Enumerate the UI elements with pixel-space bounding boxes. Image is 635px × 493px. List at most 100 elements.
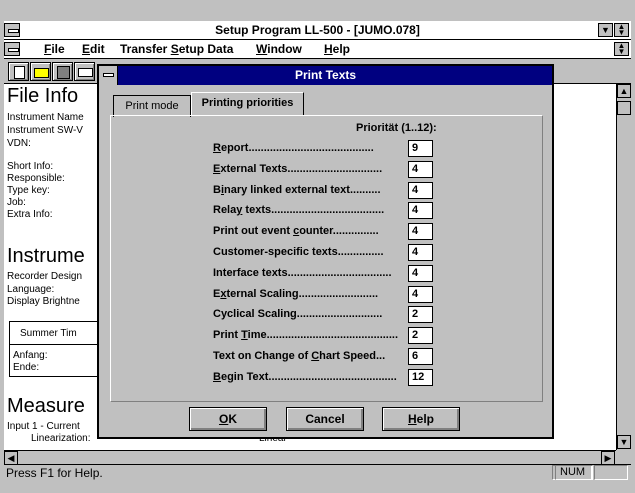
print-icon [78, 68, 93, 77]
measure-heading: Measure [7, 395, 85, 417]
open-folder-icon [34, 68, 49, 78]
label-post: ounter............... [299, 225, 379, 237]
label-mnemonic: C [311, 350, 320, 362]
field-label: Job: [7, 197, 26, 208]
menu-help-rest: elp [332, 42, 351, 56]
priority-label: Text on Change of Chart Speed... [213, 350, 385, 363]
menu-transfer-setup-data[interactable]: Transfer Setup Data [120, 40, 233, 58]
system-menu-icon [103, 73, 114, 77]
restore-button[interactable]: ▲ ▼ [614, 23, 629, 37]
down-arrow-icon: ▼ [601, 25, 610, 35]
btn-label: Cancel [305, 412, 345, 426]
label-pre: Print [213, 329, 242, 341]
priority-label: Interface texts.........................… [213, 267, 392, 280]
field-label: VDN: [7, 138, 31, 149]
priority-input[interactable]: 6 [408, 348, 433, 365]
menu-edit-mnemonic: E [82, 42, 91, 56]
label-post: egin Text...............................… [220, 371, 397, 383]
summer-time-title: Summer Tim [20, 328, 77, 339]
priority-input[interactable]: 2 [408, 306, 433, 323]
scroll-left-arrow-icon[interactable]: ◀ [4, 451, 18, 465]
label-pre: Cyclical Scaling........................… [213, 308, 383, 320]
menu-help[interactable]: Help [324, 40, 350, 58]
label-pre: Interface texts.........................… [213, 267, 392, 279]
field-label: Type key: [7, 185, 50, 196]
file-info-heading: File Info [7, 85, 79, 107]
priority-label: Customer-specific texts............... [213, 246, 384, 259]
ok-button[interactable]: OK [189, 407, 267, 431]
priority-label: Cyclical Scaling........................… [213, 308, 382, 321]
menu-transfer-pre: Transfer [120, 42, 171, 56]
open-file-button[interactable] [30, 62, 51, 81]
label-post: ime.....................................… [247, 329, 399, 341]
priority-label: Relay texts.............................… [213, 204, 384, 217]
field-label: Anfang: [13, 350, 48, 361]
label-post: hart Speed... [319, 350, 386, 362]
label-pre: B [213, 184, 221, 196]
scroll-right-arrow-icon[interactable]: ▶ [601, 451, 615, 465]
vertical-scrollbar[interactable]: ▲ ▼ [616, 84, 631, 450]
tab-printing-priorities[interactable]: Printing priorities [191, 92, 304, 116]
print-button[interactable] [74, 62, 95, 81]
priority-label: Binary linked external text.......... [213, 184, 381, 197]
document-restore-button[interactable]: ▲ ▼ [614, 42, 629, 56]
new-file-button[interactable] [8, 62, 29, 81]
menu-file-rest: ile [51, 42, 65, 56]
menu-edit[interactable]: Edit [82, 40, 105, 58]
btn-post: elp [416, 412, 434, 426]
label-pre: Text on Change of [213, 350, 312, 362]
priority-input[interactable]: 4 [408, 202, 433, 219]
document-system-menu-button[interactable] [4, 42, 20, 56]
field-label: Input 1 - Current [7, 421, 80, 432]
label-post: xternal Texts...........................… [220, 163, 383, 175]
priority-label: Print out event counter............... [213, 225, 379, 238]
minimize-button[interactable]: ▼ [598, 23, 613, 37]
scroll-up-arrow-icon[interactable]: ▲ [617, 84, 631, 98]
priority-input[interactable]: 4 [408, 265, 433, 282]
scroll-thumb[interactable] [617, 101, 631, 115]
priority-input[interactable]: 4 [408, 223, 433, 240]
tab-print-mode[interactable]: Print mode [113, 95, 191, 117]
priority-column-header: Priorität (1..12): [356, 122, 437, 134]
dialog-title: Print Texts [99, 66, 552, 85]
window-title: Setup Program LL-500 - [JUMO.078] [215, 23, 420, 37]
help-button[interactable]: Help [382, 407, 460, 431]
priority-input[interactable]: 12 [408, 369, 433, 386]
menu-help-mnemonic: H [324, 42, 333, 56]
btn-mnemonic: O [218, 412, 229, 426]
label-mnemonic: B [213, 371, 221, 383]
priority-input[interactable]: 4 [408, 161, 433, 178]
priority-input[interactable]: 4 [408, 182, 433, 199]
menu-window-rest: indow [267, 42, 302, 56]
label-post: nary linked external text.......... [224, 184, 381, 196]
horizontal-scrollbar[interactable]: ◀ ▶ [4, 450, 616, 465]
label-pre: Customer-specific texts............... [213, 246, 384, 258]
priority-input[interactable]: 2 [408, 327, 433, 344]
priority-label: External Texts..........................… [213, 163, 382, 176]
field-label: Display Brightne [7, 296, 80, 307]
priority-input[interactable]: 9 [408, 140, 433, 157]
save-file-button[interactable] [52, 62, 73, 81]
new-file-icon [14, 66, 25, 79]
label-post: texts...................................… [242, 204, 385, 216]
cancel-button[interactable]: Cancel [286, 407, 364, 431]
field-label: Recorder Design [7, 271, 83, 282]
label-post: ternal Scaling.......................... [226, 288, 379, 300]
status-text: Press F1 for Help. [6, 466, 103, 480]
field-label: Instrument SW-V [7, 125, 83, 136]
dialog-system-menu-button[interactable] [99, 66, 118, 85]
scroll-down-arrow-icon[interactable]: ▼ [617, 435, 631, 449]
priority-label: External Scaling........................… [213, 288, 378, 301]
menu-window[interactable]: Window [256, 40, 302, 58]
menu-file[interactable]: File [44, 40, 65, 58]
priority-label: Print Time..............................… [213, 329, 398, 342]
instrument-heading: Instrume [7, 245, 85, 267]
divider [10, 344, 102, 345]
restore-icon: ▲ ▼ [617, 41, 626, 56]
field-label: Extra Info: [7, 209, 53, 220]
field-label: Ende: [13, 362, 40, 373]
status-panel-empty [594, 465, 628, 480]
priority-label: Report..................................… [213, 142, 374, 155]
priority-input[interactable]: 4 [408, 286, 433, 303]
priority-input[interactable]: 4 [408, 244, 433, 261]
